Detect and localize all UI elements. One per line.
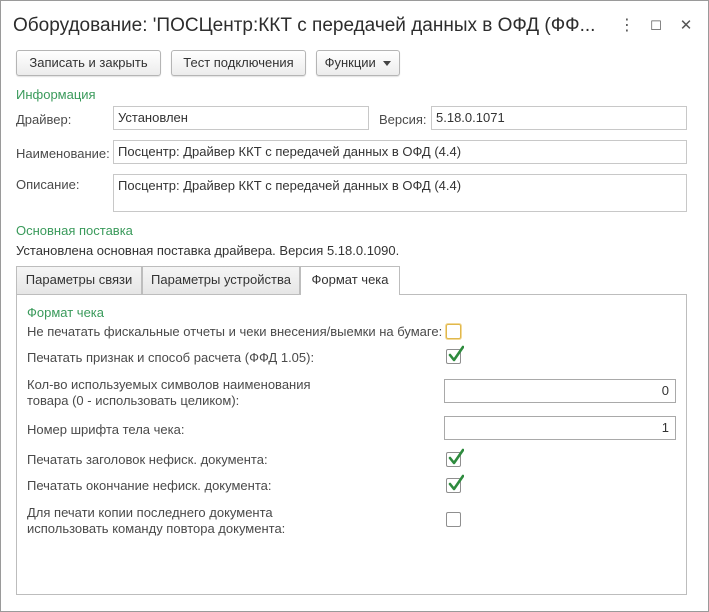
version-field[interactable]: 5.18.0.1071 bbox=[431, 106, 687, 130]
save-and-close-button[interactable]: Записать и закрыть bbox=[16, 50, 161, 76]
supply-status-text: Установлена основная поставка драйвера. … bbox=[16, 243, 400, 258]
symbols-label-line1: Кол-во используемых символов наименовани… bbox=[27, 377, 311, 392]
info-section-title: Информация bbox=[16, 87, 96, 102]
tab-device-params[interactable]: Параметры устройства bbox=[142, 266, 300, 294]
symbols-label-line2: товара (0 - использовать целиком): bbox=[27, 393, 240, 408]
repeat-cmd-label-line2: использовать команду повтора документа: bbox=[27, 521, 286, 536]
close-icon[interactable]: ✕ bbox=[676, 15, 696, 37]
no-print-fiscal-label: Не печатать фискальные отчеты и чеки вне… bbox=[27, 324, 443, 339]
print-footer-label: Печатать окончание нефиск. документа: bbox=[27, 478, 272, 493]
supply-section-title: Основная поставка bbox=[16, 223, 133, 238]
driver-label: Драйвер: bbox=[16, 112, 72, 127]
receipt-format-section-title: Формат чека bbox=[27, 305, 104, 320]
driver-field[interactable]: Установлен bbox=[113, 106, 369, 130]
description-label: Описание: bbox=[16, 177, 80, 192]
tab-receipt-format[interactable]: Формат чека bbox=[300, 266, 400, 295]
dropdown-arrow-icon bbox=[383, 61, 392, 67]
repeat-cmd-checkbox[interactable] bbox=[446, 512, 461, 527]
repeat-cmd-label-line1: Для печати копии последнего документа bbox=[27, 505, 273, 520]
tab-connection-params[interactable]: Параметры связи bbox=[16, 266, 142, 294]
description-field[interactable]: Посцентр: Драйвер ККТ с передачей данных… bbox=[113, 174, 687, 212]
name-field[interactable]: Посцентр: Драйвер ККТ с передачей данных… bbox=[113, 140, 687, 164]
functions-button[interactable]: Функции bbox=[316, 50, 400, 76]
test-connection-button[interactable]: Тест подключения bbox=[171, 50, 306, 76]
print-header-label: Печатать заголовок нефиск. документа: bbox=[27, 452, 268, 467]
no-print-fiscal-checkbox[interactable] bbox=[446, 324, 461, 339]
font-number-field[interactable]: 1 bbox=[444, 416, 676, 440]
print-sign-checkbox[interactable] bbox=[446, 345, 464, 364]
checkmark-icon bbox=[448, 448, 464, 465]
equipment-window: Оборудование: 'ПОСЦентр:ККТ с передачей … bbox=[0, 0, 709, 612]
window-title: Оборудование: 'ПОСЦентр:ККТ с передачей … bbox=[13, 15, 596, 36]
print-header-checkbox[interactable] bbox=[446, 448, 464, 467]
more-options-icon[interactable]: ⋮ bbox=[617, 15, 637, 37]
checkmark-icon bbox=[448, 345, 464, 362]
symbols-count-field[interactable]: 0 bbox=[444, 379, 676, 403]
name-label: Наименование: bbox=[16, 146, 110, 161]
receipt-format-panel: Формат чека Не печатать фискальные отчет… bbox=[16, 294, 687, 595]
version-label: Версия: bbox=[379, 112, 427, 127]
maximize-icon[interactable]: ☐ bbox=[646, 15, 666, 37]
font-number-label: Номер шрифта тела чека: bbox=[27, 422, 185, 437]
print-footer-checkbox[interactable] bbox=[446, 474, 464, 493]
functions-button-label: Функции bbox=[324, 55, 376, 70]
checkmark-icon bbox=[448, 474, 464, 491]
print-sign-label: Печатать признак и способ расчета (ФФД 1… bbox=[27, 350, 315, 365]
